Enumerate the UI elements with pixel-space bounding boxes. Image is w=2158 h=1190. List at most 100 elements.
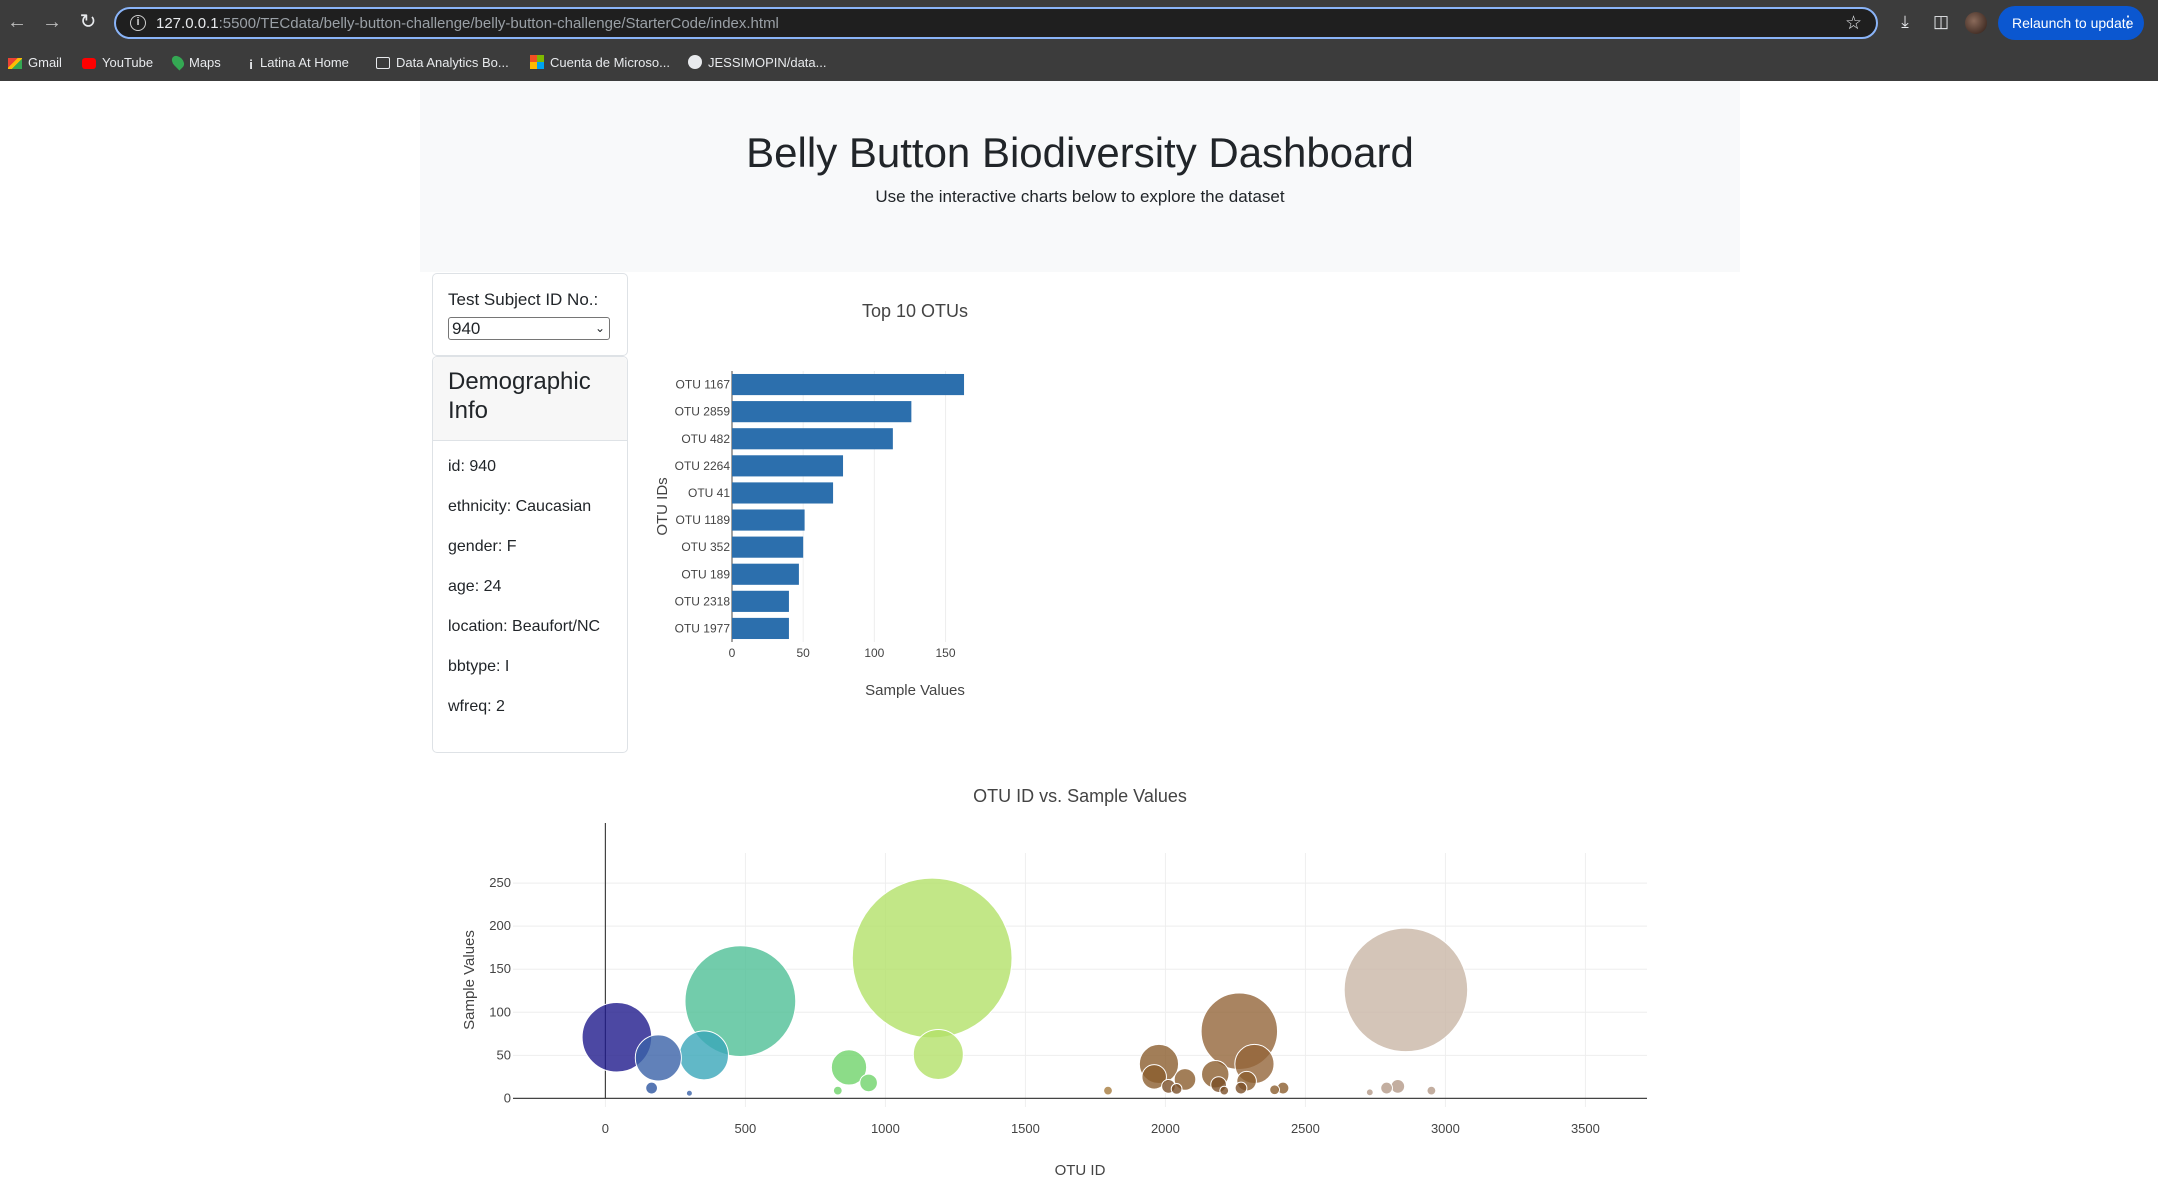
bar-x-tick-label: 100 [864, 646, 884, 660]
bar[interactable] [732, 617, 789, 640]
demographic-age: age: 24 [448, 578, 502, 595]
reload-icon[interactable]: ↻ [76, 10, 100, 34]
bubble-point[interactable] [1390, 1078, 1406, 1094]
bar-x-tick-label: 150 [936, 646, 956, 660]
bar[interactable] [732, 509, 805, 531]
bubble-point[interactable] [1234, 1081, 1248, 1095]
bar[interactable] [732, 536, 804, 558]
microsoft-icon [530, 55, 544, 69]
download-icon[interactable]: ⤓ [1894, 11, 1916, 33]
forward-icon[interactable]: → [40, 10, 64, 34]
demographic-wfreq: wfreq: 2 [448, 698, 505, 715]
subject-id-dropdown[interactable]: 940 ⌄ [448, 317, 610, 340]
bar-y-tick-label: OTU 2264 [675, 459, 731, 473]
bar-chart-title: Top 10 OTUs [862, 301, 968, 321]
bubble-point[interactable] [1103, 1085, 1113, 1096]
bar[interactable] [732, 455, 844, 477]
folder-icon [376, 57, 390, 69]
chevron-down-icon: ⌄ [594, 321, 605, 335]
bubble-x-tick-label: 3000 [1431, 1121, 1460, 1136]
bar-y-tick-label: OTU 1977 [675, 621, 731, 635]
bubble-point[interactable] [645, 1081, 658, 1095]
subject-selector-label: Test Subject ID No.: [448, 290, 599, 309]
bubble-y-tick-label: 150 [489, 961, 511, 976]
more-icon[interactable]: ⋮ [2120, 6, 2136, 40]
demographic-id: id: 940 [448, 458, 497, 475]
page-title: Belly Button Biodiversity Dashboard [746, 129, 1414, 176]
back-icon[interactable]: ← [5, 10, 29, 34]
bubble-point[interactable] [678, 1030, 729, 1081]
bookmark-microsoft[interactable]: Cuenta de Microso... [530, 52, 670, 74]
bar-chart-y-axis-label: OTU IDs [654, 477, 671, 535]
youtube-icon [82, 58, 96, 69]
bar-chart-x-axis-label: Sample Values [865, 682, 965, 699]
bubble-point[interactable] [832, 1085, 843, 1096]
bubble-y-tick-label: 0 [504, 1090, 511, 1105]
github-icon [688, 55, 702, 69]
bar[interactable] [732, 373, 965, 396]
bubble-x-tick-label: 0 [602, 1121, 609, 1136]
bar-x-tick-label: 50 [796, 646, 810, 660]
bubble-point[interactable] [685, 1089, 693, 1097]
bar[interactable] [732, 401, 912, 423]
bar[interactable] [732, 590, 789, 612]
bar-y-tick-label: OTU 352 [681, 540, 730, 554]
bookmark-label: JESSIMOPIN/data... [708, 55, 827, 70]
site-info-icon[interactable]: i [130, 15, 146, 31]
bubble-point[interactable] [1380, 1081, 1393, 1095]
bookmark-label: Cuenta de Microso... [550, 55, 670, 70]
page-header: Belly Button Biodiversity Dashboard Use … [420, 81, 1740, 272]
bookmark-data-analytics[interactable]: Data Analytics Bo... [376, 52, 509, 74]
bookmark-youtube[interactable]: YouTube [82, 52, 153, 74]
url-path: :5500/TECdata/belly-button-challenge/bel… [218, 15, 779, 32]
bubble-x-tick-label: 2000 [1151, 1121, 1180, 1136]
bubble-point[interactable] [1269, 1084, 1280, 1096]
top-otus-bar-chart[interactable]: Top 10 OTUs Sample Values OTU IDs 0 50 100… [640, 290, 1200, 710]
bar-y-tick-label: OTU 2318 [675, 594, 731, 608]
browser-toolbar: ← → ↻ i 127.0.0.1:5500/TECdata/belly-but… [0, 0, 2158, 46]
bubble-point[interactable] [912, 1028, 964, 1080]
bookmarks-bar: Gmail YouTube Maps i Latina At Home Data … [0, 46, 2158, 81]
gmail-icon [8, 58, 22, 69]
bookmark-label: Gmail [28, 55, 62, 70]
url-text[interactable]: 127.0.0.1:5500/TECdata/belly-button-chal… [156, 15, 779, 32]
subject-selector-card: Test Subject ID No.: 940 ⌄ [432, 273, 628, 356]
info-icon: i [249, 57, 253, 72]
bookmark-gmail[interactable]: Gmail [8, 52, 62, 74]
bar-y-tick-label: OTU 2859 [675, 405, 731, 419]
bookmark-star-icon[interactable]: ☆ [1845, 12, 1862, 35]
bar[interactable] [732, 563, 799, 585]
bar-y-tick-label: OTU 1189 [676, 513, 731, 527]
relaunch-label: Relaunch to update [2012, 15, 2134, 31]
bar[interactable] [732, 482, 834, 504]
bookmark-maps[interactable]: Maps [169, 52, 221, 74]
side-panel-icon[interactable]: ◫ [1930, 11, 1952, 33]
demographic-gender: gender: F [448, 538, 517, 555]
address-bar[interactable]: i 127.0.0.1:5500/TECdata/belly-button-ch… [114, 7, 1878, 39]
bubble-point[interactable] [1170, 1083, 1183, 1095]
profile-avatar[interactable] [1965, 12, 1987, 34]
selected-subject-id: 940 [452, 319, 481, 338]
bubble-point[interactable] [1219, 1085, 1230, 1096]
bubble-chart-x-axis-label: OTU ID [1055, 1162, 1106, 1179]
bookmark-latina-at-home[interactable]: i Latina At Home [248, 52, 349, 74]
bar-chart-bars [732, 373, 965, 640]
bookmark-label: Data Analytics Bo... [396, 55, 509, 70]
bubble-point[interactable] [634, 1034, 682, 1082]
bubble-point[interactable] [1343, 927, 1469, 1053]
demographic-info-card: Demographic Info id: 940 ethnicity: Cauc… [432, 356, 628, 753]
bar[interactable] [732, 428, 893, 450]
demographic-location: location: Beaufort/NC [448, 618, 601, 635]
bookmark-label: YouTube [102, 55, 154, 70]
bubble-point[interactable] [851, 877, 1013, 1039]
bubble-x-tick-label: 2500 [1291, 1121, 1320, 1136]
bubble-point[interactable] [859, 1073, 878, 1093]
bubble-x-tick-label: 1500 [1011, 1121, 1040, 1136]
otu-bubble-chart[interactable]: OTU ID vs. Sample Values OTU ID Sample V… [440, 770, 1680, 1190]
bookmark-github[interactable]: JESSIMOPIN/data... [688, 52, 827, 74]
bubble-point[interactable] [1365, 1088, 1374, 1097]
bar-y-tick-label: OTU 1167 [676, 378, 731, 392]
bar-y-tick-label: OTU 41 [688, 486, 730, 500]
relaunch-button[interactable]: Relaunch to update ⋮ [1998, 6, 2144, 40]
bubble-point[interactable] [1426, 1085, 1437, 1096]
